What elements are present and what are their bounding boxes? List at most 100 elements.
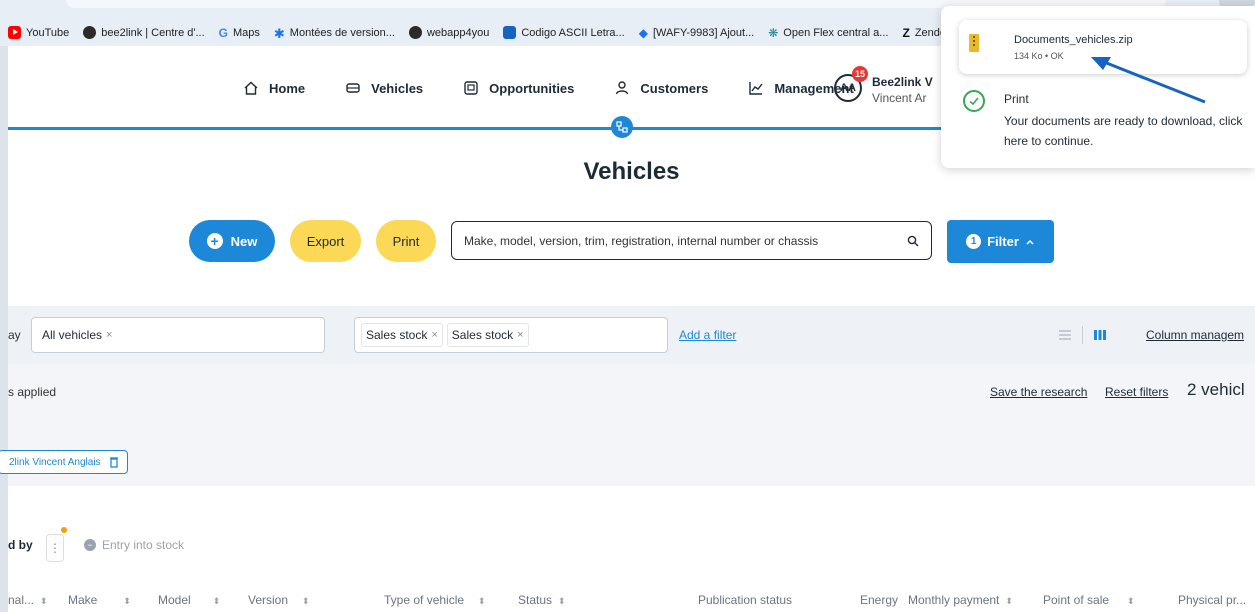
download-file-meta: 134 Ko • OK [1014,51,1064,61]
column-header[interactable]: Physical pr... [1178,593,1246,607]
filter-count-badge: 1 [966,234,982,249]
home-icon [244,81,258,95]
filter-chip[interactable]: Sales stock × [361,323,443,347]
bookmark-bee2link[interactable]: bee2link | Centre d'... [83,26,205,39]
diamond-icon: ◆ [638,26,648,40]
print-button[interactable]: Print [376,220,436,262]
applied-filters-area: s applied Save the research Reset filter… [0,364,1255,486]
table-header: nal... ⬍ Make ⬍ Model ⬍ Version ⬍ Type of ve… [8,592,1255,612]
display-select[interactable]: All vehicles × [31,317,325,353]
display-label: ay [8,328,21,342]
user-org: Bee2link V [872,75,933,89]
sort-row: d by ⋮ − Entry into stock [8,527,408,562]
filter-chip[interactable]: All vehicles × [38,324,116,346]
annotation-arrow-icon [1091,57,1206,104]
column-header[interactable]: nal... ⬍ [8,593,48,607]
save-research-link[interactable]: Save the research [990,385,1087,399]
sort-icon: ⬍ [212,596,221,606]
sorted-by-label: d by [8,538,33,552]
bookmark-webapp4you[interactable]: webapp4you [408,26,489,39]
grid-icon [616,121,628,133]
column-management-link[interactable]: Column managem [1146,328,1244,342]
plus-icon: + [206,233,223,249]
chevron-up-icon [1026,239,1034,245]
print-notification-message[interactable]: Your documents are ready to download, cl… [1004,111,1252,151]
user-filter-chip[interactable]: 2link Vincent Anglais [0,450,128,474]
view-toggle [1058,326,1107,344]
car-icon [346,83,360,93]
sort-icon: ⬍ [478,596,486,606]
sort-icon: ⬍ [40,596,48,606]
active-sort-dot [61,527,67,533]
column-header[interactable]: Monthly payment ⬍ [908,593,1013,607]
add-filter-link[interactable]: Add a filter [679,328,736,342]
switch-view-icon[interactable] [611,116,633,138]
zip-file-icon [969,34,979,52]
sort-icon: ⬍ [1127,596,1135,606]
square-icon [503,26,517,39]
reset-filters-link[interactable]: Reset filters [1105,385,1168,399]
column-header[interactable]: Publication status [698,593,792,607]
sort-direction-icon: − [84,539,96,551]
user-info: Bee2link V Vincent Ar [872,74,933,106]
column-header[interactable]: Version ⬍ [248,593,310,607]
site-icon [83,26,97,39]
column-header[interactable]: Status ⬍ [518,593,566,607]
print-notification-title: Print [1004,92,1029,106]
youtube-icon [8,26,21,39]
user-icon [616,81,629,95]
action-bar: + New Export Print Make, model, version,… [8,220,1255,264]
download-file-name[interactable]: Documents_vehicles.zip [1014,34,1133,46]
avatar[interactable]: AA 15 [834,66,868,102]
column-header[interactable]: Model ⬍ [158,593,220,607]
user-name: Vincent Ar [872,91,927,105]
new-button[interactable]: + New [189,220,275,262]
column-header[interactable]: Energy [860,593,898,607]
star-icon: ✱ [273,26,285,41]
search-placeholder: Make, model, version, trim, registration… [464,233,819,248]
export-button[interactable]: Export [290,220,361,262]
user-menu[interactable]: AA 15 Bee2link V Vincent Ar [834,66,933,106]
bookmark-montees[interactable]: ✱ Montées de version... [273,26,395,41]
zendesk-icon: Z [902,26,910,40]
column-header[interactable]: Type of vehicle ⬍ [384,593,486,607]
nav-items: Home Vehicles Opportunities Customers Ma… [243,80,854,96]
opportunities-icon [464,81,478,95]
sort-icon: ⬍ [558,596,566,606]
notification-badge: 15 [852,66,868,82]
close-icon[interactable]: × [517,329,523,341]
filter-chip[interactable]: Sales stock × [446,323,529,347]
close-icon[interactable]: × [431,329,437,341]
close-icon[interactable]: × [106,329,112,341]
check-icon [963,90,985,112]
stock-select[interactable]: Sales stock × Sales stock × [354,317,668,353]
divider [1082,326,1083,344]
bookmark-openflex[interactable]: ❋ Open Flex central a... [768,26,888,40]
search-icon [907,235,919,246]
sort-icon: ⬍ [1005,596,1013,606]
nav-vehicles[interactable]: Vehicles [345,80,423,96]
list-view-icon[interactable] [1058,329,1072,341]
sort-options-button[interactable]: ⋮ [46,534,64,562]
sort-entry-stock[interactable]: − Entry into stock [84,538,184,552]
vehicle-count: 2 vehicl [1187,380,1245,399]
bookmark-youtube[interactable]: YouTube [8,26,69,39]
column-header[interactable]: Point of sale ⬍ [1043,593,1135,607]
nav-home[interactable]: Home [243,80,305,96]
bookmark-maps[interactable]: G Maps [219,26,260,40]
bookmark-wafy[interactable]: ◆ [WAFY-9983] Ajout... [638,26,755,40]
site-icon [408,26,422,39]
sort-icon: ⬍ [123,596,131,606]
filter-button[interactable]: 1 Filter [947,220,1054,263]
filters-applied-text: s applied [8,385,57,399]
trash-icon[interactable] [109,456,119,468]
flex-icon: ❋ [768,26,779,40]
nav-customers[interactable]: Customers [614,80,708,96]
bookmark-zendesk[interactable]: Z Zende [902,26,946,40]
columns-view-icon[interactable] [1093,329,1107,341]
bookmark-codigo[interactable]: Codigo ASCII Letra... [503,26,625,39]
search-input[interactable]: Make, model, version, trim, registration… [451,221,932,260]
bookmark-list: YouTube bee2link | Centre d'... G Maps ✱ M… [8,26,946,41]
nav-opportunities[interactable]: Opportunities [463,80,574,96]
column-header[interactable]: Make ⬍ [68,593,131,607]
